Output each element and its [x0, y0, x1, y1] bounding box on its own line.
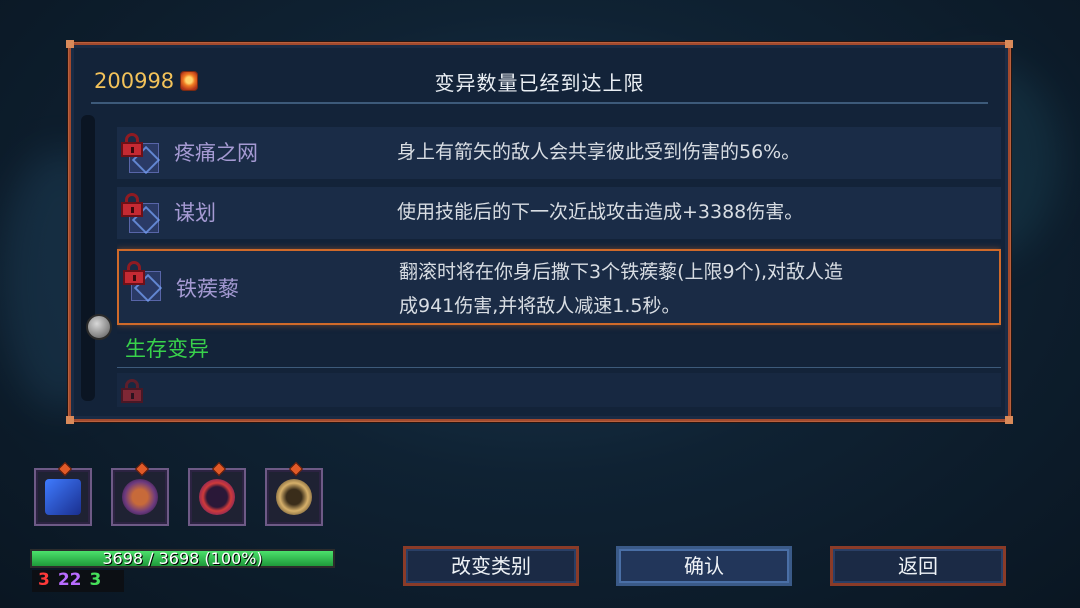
category-label: 生存变异	[125, 337, 209, 361]
panel-corner	[66, 40, 74, 48]
panel-corner	[1005, 40, 1013, 48]
scroll-knob[interactable]	[86, 314, 112, 341]
gem-icon	[134, 461, 150, 477]
equipment-slot[interactable]	[111, 461, 169, 526]
mutation-row-scheme[interactable]: 谋划 使用技能后的下一次近战攻击造成+3388伤害。	[117, 187, 1001, 239]
red-skill-icon	[199, 479, 235, 515]
mutation-description-line-1: 翻滚时将在你身后撒下3个铁蒺藜(上限9个),对敌人造	[399, 261, 844, 283]
mutation-name: 谋划	[174, 201, 216, 225]
back-button[interactable]: 返回	[830, 546, 1006, 586]
gold-shield-icon	[276, 479, 312, 515]
stat-scrolls: 3 22 3	[32, 570, 124, 592]
mutation-name: 疼痛之网	[174, 141, 258, 165]
amulet-icon	[122, 479, 158, 515]
mutation-row-partial[interactable]	[117, 373, 1001, 407]
mutation-icon-wrap	[121, 193, 165, 237]
category-divider	[117, 367, 1001, 368]
mutation-description: 使用技能后的下一次近战攻击造成+3388伤害。	[397, 201, 804, 223]
mutation-row-web-of-pain[interactable]: 疼痛之网 身上有箭矢的敌人会共享彼此受到伤害的56%。	[117, 127, 1001, 179]
mutation-icon-wrap	[123, 261, 167, 305]
panel-corner	[66, 416, 74, 424]
lock-icon	[123, 261, 145, 285]
blue-mutation-icon	[45, 479, 81, 515]
stat-brutality: 3	[38, 570, 50, 590]
confirm-button[interactable]: 确认	[616, 546, 792, 586]
stat-tactics: 22	[57, 570, 82, 590]
mutation-icon-wrap	[121, 133, 165, 177]
equipment-bar	[34, 461, 323, 526]
mutation-panel: 200998 变异数量已经到达上限 疼痛之网 身上有箭矢的敌人会共享彼此受到伤害…	[66, 40, 1013, 424]
mutation-list: 疼痛之网 身上有箭矢的敌人会共享彼此受到伤害的56%。 谋划 使用技能后的下一次…	[117, 107, 1001, 407]
panel-corner	[1005, 416, 1013, 424]
mutation-name: 铁蒺藜	[176, 277, 239, 301]
stat-survival: 3	[89, 570, 102, 590]
mutation-description-line-2: 成941伤害,并将敌人减速1.5秒。	[399, 295, 681, 317]
mutation-row-caltrops[interactable]: 铁蒺藜 翻滚时将在你身后撒下3个铁蒺藜(上限9个),对敌人造 成941伤害,并将…	[117, 249, 1001, 325]
panel-title: 变异数量已经到达上限	[434, 71, 645, 95]
mutation-icon-wrap	[121, 379, 165, 407]
lock-icon	[121, 133, 143, 157]
gem-icon	[211, 461, 227, 477]
equipment-slot[interactable]	[265, 461, 323, 526]
list-scrollbar[interactable]	[81, 115, 112, 401]
lock-icon	[121, 193, 143, 217]
equipment-slot[interactable]	[188, 461, 246, 526]
health-bar: 3698 / 3698 (100%)	[30, 549, 335, 568]
mutation-description: 身上有箭矢的敌人会共享彼此受到伤害的56%。	[397, 141, 801, 163]
change-category-button[interactable]: 改变类别	[403, 546, 579, 586]
gem-icon	[57, 461, 73, 477]
header-divider	[91, 102, 988, 104]
panel-header: 200998 变异数量已经到达上限	[91, 65, 988, 103]
health-text: 3698 / 3698 (100%)	[102, 549, 263, 568]
lock-icon	[121, 379, 143, 403]
equipment-slot[interactable]	[34, 461, 92, 526]
gem-icon	[288, 461, 304, 477]
